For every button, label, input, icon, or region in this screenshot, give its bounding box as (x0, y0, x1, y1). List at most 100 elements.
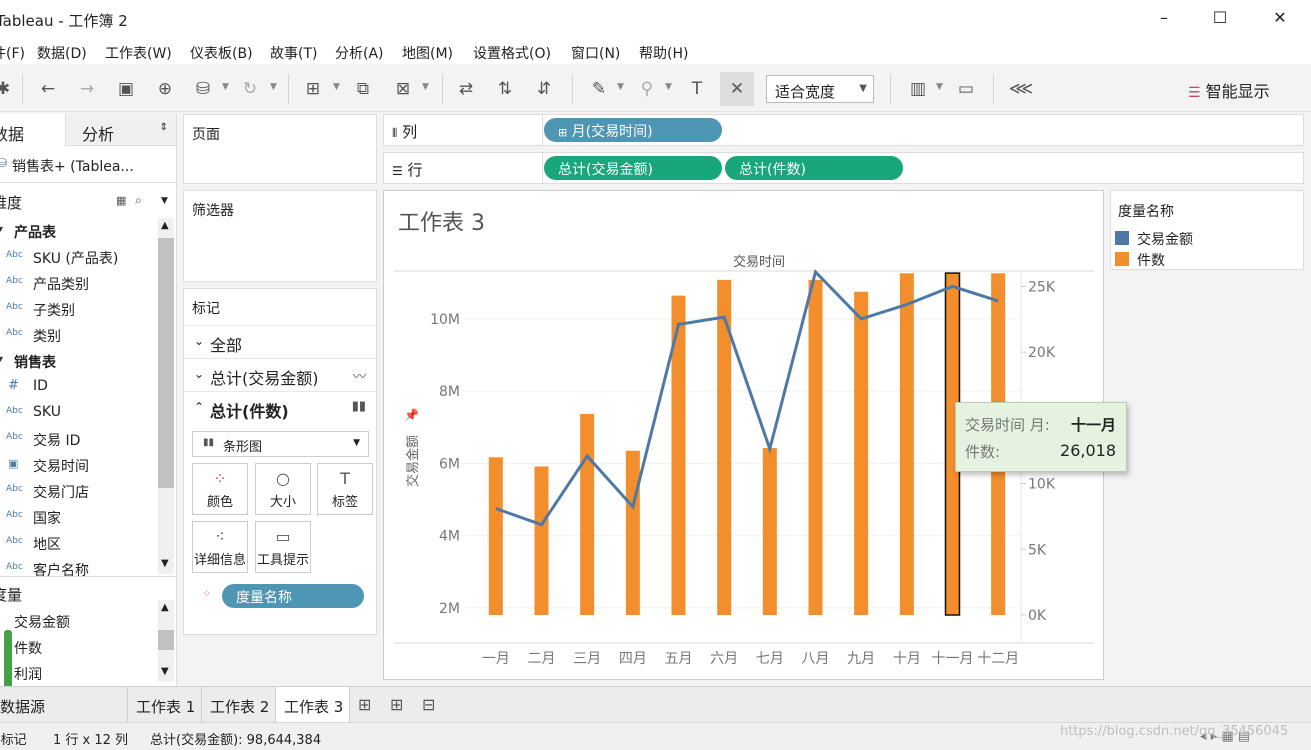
dimension-field[interactable]: Abc 产品类别 (0, 270, 158, 296)
dimension-field[interactable]: # ID (0, 374, 158, 400)
new-story-icon[interactable]: ⊟ (422, 695, 435, 714)
show-cards-icon[interactable]: ▥ (905, 78, 931, 100)
close-icon[interactable]: ✕ (1268, 8, 1292, 30)
clear-sheet-icon[interactable]: ⊠ (390, 78, 416, 100)
highlight-dropdown-icon[interactable]: ▼ (617, 82, 624, 92)
sort-descending-icon[interactable]: ⇵ (531, 78, 557, 100)
show-cards-dropdown-icon[interactable]: ▼ (936, 82, 943, 92)
menu-help[interactable]: 帮助(H) (639, 43, 688, 63)
menu-window[interactable]: 窗口(N) (571, 43, 620, 63)
new-sheet-icon[interactable]: ⊞ (300, 78, 326, 100)
dimension-field[interactable]: Abc 交易 ID (0, 426, 158, 452)
tab-datasource[interactable]: 数据源 (0, 687, 128, 722)
duplicate-sheet-icon[interactable]: ⧉ (350, 78, 376, 100)
pages-card[interactable]: 页面 (183, 114, 377, 184)
maximize-icon[interactable]: ☐ (1208, 8, 1232, 30)
tab-sheet-2[interactable]: 工作表 2 (202, 687, 276, 722)
swap-icon[interactable]: ⇄ (453, 78, 479, 100)
measure-field[interactable]: 件数 (0, 634, 158, 660)
show-me-button[interactable]: ☰ 智能显示 (1188, 78, 1270, 102)
menu-worksheet[interactable]: 工作表(W) (105, 43, 172, 63)
dimension-field[interactable]: Abc 子类别 (0, 296, 158, 322)
dimensions-menu-icon[interactable]: ▼ (161, 196, 168, 206)
grid-view-icon[interactable]: ▦ (116, 194, 126, 207)
group-icon[interactable]: ⚲ (634, 78, 660, 100)
fit-dropdown[interactable]: 适合宽度 ▼ (766, 75, 874, 103)
datasource-icon[interactable]: ⛁ (190, 78, 216, 100)
x-tick-label: 十月 (893, 651, 921, 667)
measure-names-pill[interactable]: 度量名称 (222, 584, 364, 608)
new-sheet-dropdown-icon[interactable]: ▼ (333, 82, 340, 92)
menu-story[interactable]: 故事(T) (270, 43, 317, 63)
scroll-thumb[interactable] (158, 630, 174, 650)
label-button[interactable]: T 标签 (317, 463, 373, 515)
dimension-field[interactable]: Abc SKU (产品表) (0, 244, 158, 270)
scroll-up-icon[interactable]: ▲ (161, 220, 169, 231)
datasource-dropdown-icon[interactable]: ▼ (222, 82, 229, 92)
datasource-item[interactable]: ⛁ 销售表+ (Tablea... (0, 150, 176, 180)
filters-card[interactable]: 筛选器 (183, 190, 377, 282)
color-button[interactable]: ⁘ 颜色 (192, 463, 248, 515)
scroll-thumb[interactable] (158, 238, 174, 488)
measure-field[interactable]: 交易金额 (0, 608, 158, 634)
menu-file[interactable]: 件(F) (0, 43, 25, 63)
rows-shelf[interactable]: ☰ 行 总计(交易金额) 总计(件数) (383, 152, 1304, 184)
month-pill[interactable]: ⊞ 月(交易时间) (544, 118, 722, 142)
dimension-field[interactable]: Abc 客户名称 (0, 556, 158, 582)
dimensions-scrollbar[interactable]: ▲ ▼ (158, 218, 174, 574)
tab-analysis[interactable]: 分析 ⇕ (66, 114, 176, 146)
dimension-field[interactable]: Abc SKU (0, 400, 158, 426)
back-icon[interactable]: ← (35, 78, 61, 100)
amount-pill[interactable]: 总计(交易金额) (544, 156, 722, 180)
label-icon[interactable]: T (684, 78, 710, 100)
scroll-up-icon[interactable]: ▲ (161, 602, 169, 613)
size-button[interactable]: ○ 大小 (255, 463, 311, 515)
forward-icon[interactable]: → (74, 78, 100, 100)
sort-ascending-icon[interactable]: ⇅ (492, 78, 518, 100)
measure-field[interactable]: 利润 (0, 660, 158, 686)
tooltip-button[interactable]: ▭ 工具提示 (255, 521, 311, 573)
refresh-dropdown-icon[interactable]: ▼ (270, 82, 277, 92)
menu-format[interactable]: 设置格式(O) (473, 43, 551, 63)
dimension-field[interactable]: Abc 交易门店 (0, 478, 158, 504)
marks-count-row[interactable]: ⌃ 总计(件数) ▮▮ (184, 391, 376, 423)
search-icon[interactable]: ⌕ (135, 193, 142, 208)
fix-axes-icon[interactable]: ✕ (720, 72, 754, 106)
tableau-logo-icon[interactable]: ✱ (0, 78, 16, 100)
refresh-icon[interactable]: ↻ (237, 78, 263, 100)
tab-data[interactable]: 数据 (0, 114, 66, 146)
count-pill[interactable]: 总计(件数) (725, 156, 903, 180)
group-dropdown-icon[interactable]: ▼ (665, 82, 672, 92)
columns-shelf[interactable]: ⦀ 列 ⊞ 月(交易时间) (383, 114, 1304, 146)
menu-dashboard[interactable]: 仪表板(B) (190, 43, 253, 63)
menu-analysis[interactable]: 分析(A) (335, 43, 384, 63)
highlight-icon[interactable]: ✎ (586, 78, 612, 100)
marks-amount-row[interactable]: ⌄ 总计(交易金额) 〰 (184, 358, 376, 390)
detail-button[interactable]: ⁖ 详细信息 (192, 521, 248, 573)
tab-sheet-3[interactable]: 工作表 3 (276, 687, 350, 722)
dimension-field[interactable]: Abc 国家 (0, 504, 158, 530)
minimize-icon[interactable]: – (1152, 8, 1176, 30)
tab-sheet-1[interactable]: 工作表 1 (128, 687, 202, 722)
scroll-down-icon[interactable]: ▼ (161, 666, 169, 677)
dimension-field[interactable]: Abc 类别 (0, 322, 158, 348)
dimension-field[interactable]: Abc 地区 (0, 530, 158, 556)
menu-data[interactable]: 数据(D) (37, 43, 87, 63)
save-icon[interactable]: ▣ (113, 78, 139, 100)
new-worksheet-icon[interactable]: ⊞ (358, 695, 371, 714)
scroll-down-icon[interactable]: ▼ (161, 558, 169, 569)
clear-dropdown-icon[interactable]: ▼ (422, 82, 429, 92)
new-dashboard-icon[interactable]: ⊞ (390, 695, 403, 714)
mark-type-dropdown[interactable]: ▮▮ 条形图 ▼ (192, 431, 369, 457)
presentation-icon[interactable]: ▭ (953, 78, 979, 100)
dimension-field[interactable]: ▣ 交易时间 (0, 452, 158, 478)
dimension-group[interactable]: ▾ 销售表 (0, 348, 158, 374)
menu-map[interactable]: 地图(M) (402, 43, 453, 63)
marks-all-row[interactable]: ⌄ 全部 (184, 325, 376, 357)
new-datasource-icon[interactable]: ⊕ (152, 78, 178, 100)
legend-item[interactable]: 件数 (1115, 249, 1301, 269)
legend-item[interactable]: 交易金额 (1115, 228, 1301, 248)
share-icon[interactable]: ⋘ (1008, 78, 1034, 100)
dimension-group[interactable]: ▾ 产品表 (0, 218, 158, 244)
measures-scrollbar[interactable]: ▲ ▼ (158, 600, 174, 682)
